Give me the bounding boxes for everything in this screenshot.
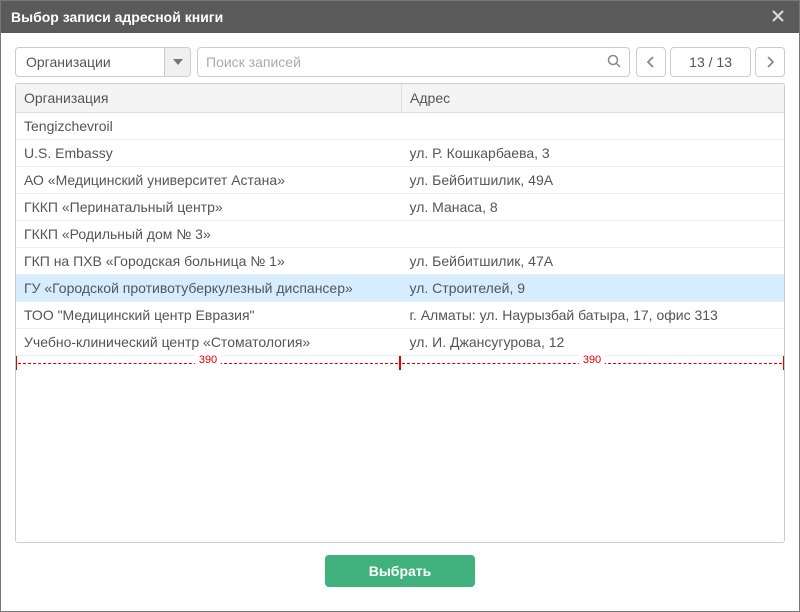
table-row[interactable]: Tengizchevroil <box>16 113 784 140</box>
cell-org: U.S. Embassy <box>16 140 402 167</box>
cell-org: Учебно-клинический центр «Стоматология» <box>16 329 402 356</box>
toolbar: Организации 13 / 13 <box>15 47 785 77</box>
filter-select[interactable]: Организации <box>15 47 191 77</box>
prev-page-button[interactable] <box>636 47 666 77</box>
table-row[interactable]: ГККП «Перинатальный центр»ул. Манаса, 8 <box>16 194 784 221</box>
cell-org: ГУ «Городской противотуберкулезный диспа… <box>16 275 402 302</box>
cell-org: ГККП «Перинатальный центр» <box>16 194 402 221</box>
col-header-addr[interactable]: Адрес <box>402 84 784 113</box>
footer: Выбрать <box>15 543 785 601</box>
ruler-right: 390 <box>400 356 784 370</box>
cell-org: АО «Медицинский университет Астана» <box>16 167 402 194</box>
table-container: Организация Адрес TengizchevroilU.S. Emb… <box>15 83 785 543</box>
cell-addr: ул. Строителей, 9 <box>402 275 784 302</box>
dialog-title: Выбор записи адресной книги <box>11 9 767 25</box>
cell-addr: ул. Бейбитшилик, 49А <box>402 167 784 194</box>
measurement-overlay: 390 390 <box>16 356 784 370</box>
titlebar: Выбор записи адресной книги <box>1 1 799 33</box>
cell-addr: ул. Р. Кошкарбаева, 3 <box>402 140 784 167</box>
ruler-left: 390 <box>16 356 400 370</box>
cell-org: ТОО "Медицинский центр Евразия" <box>16 302 402 329</box>
page-indicator: 13 / 13 <box>670 47 751 77</box>
table-row[interactable]: АО «Медицинский университет Астана»ул. Б… <box>16 167 784 194</box>
cell-addr <box>402 113 784 140</box>
cell-addr: ул. И. Джансугурова, 12 <box>402 329 784 356</box>
cell-addr: ул. Бейбитшилик, 47А <box>402 248 784 275</box>
cell-addr: г. Алматы: ул. Наурызбай батыра, 17, офи… <box>402 302 784 329</box>
content: Организации 13 / 13 <box>1 33 799 611</box>
table-row[interactable]: ГУ «Городской противотуберкулезный диспа… <box>16 275 784 302</box>
table-row[interactable]: ГКП на ПХВ «Городская больница № 1»ул. Б… <box>16 248 784 275</box>
pager: 13 / 13 <box>636 47 785 77</box>
chevron-down-icon[interactable] <box>164 48 190 76</box>
dialog: Выбор записи адресной книги Организации <box>0 0 800 612</box>
table-row[interactable]: U.S. Embassyул. Р. Кошкарбаева, 3 <box>16 140 784 167</box>
search-icon[interactable] <box>607 54 621 71</box>
cell-org: ГККП «Родильный дом № 3» <box>16 221 402 248</box>
search-input[interactable] <box>206 54 607 70</box>
cell-addr: ул. Манаса, 8 <box>402 194 784 221</box>
next-page-button[interactable] <box>755 47 785 77</box>
cell-org: Tengizchevroil <box>16 113 402 140</box>
search-field[interactable] <box>197 47 630 77</box>
table-row[interactable]: ТОО "Медицинский центр Евразия"г. Алматы… <box>16 302 784 329</box>
submit-button[interactable]: Выбрать <box>325 555 475 587</box>
close-icon[interactable] <box>767 7 789 28</box>
table-row[interactable]: Учебно-клинический центр «Стоматология»у… <box>16 329 784 356</box>
cell-addr <box>402 221 784 248</box>
filter-value: Организации <box>16 48 164 76</box>
cell-org: ГКП на ПХВ «Городская больница № 1» <box>16 248 402 275</box>
col-header-org[interactable]: Организация <box>16 84 402 113</box>
table-row[interactable]: ГККП «Родильный дом № 3» <box>16 221 784 248</box>
records-table: Организация Адрес TengizchevroilU.S. Emb… <box>16 84 784 356</box>
